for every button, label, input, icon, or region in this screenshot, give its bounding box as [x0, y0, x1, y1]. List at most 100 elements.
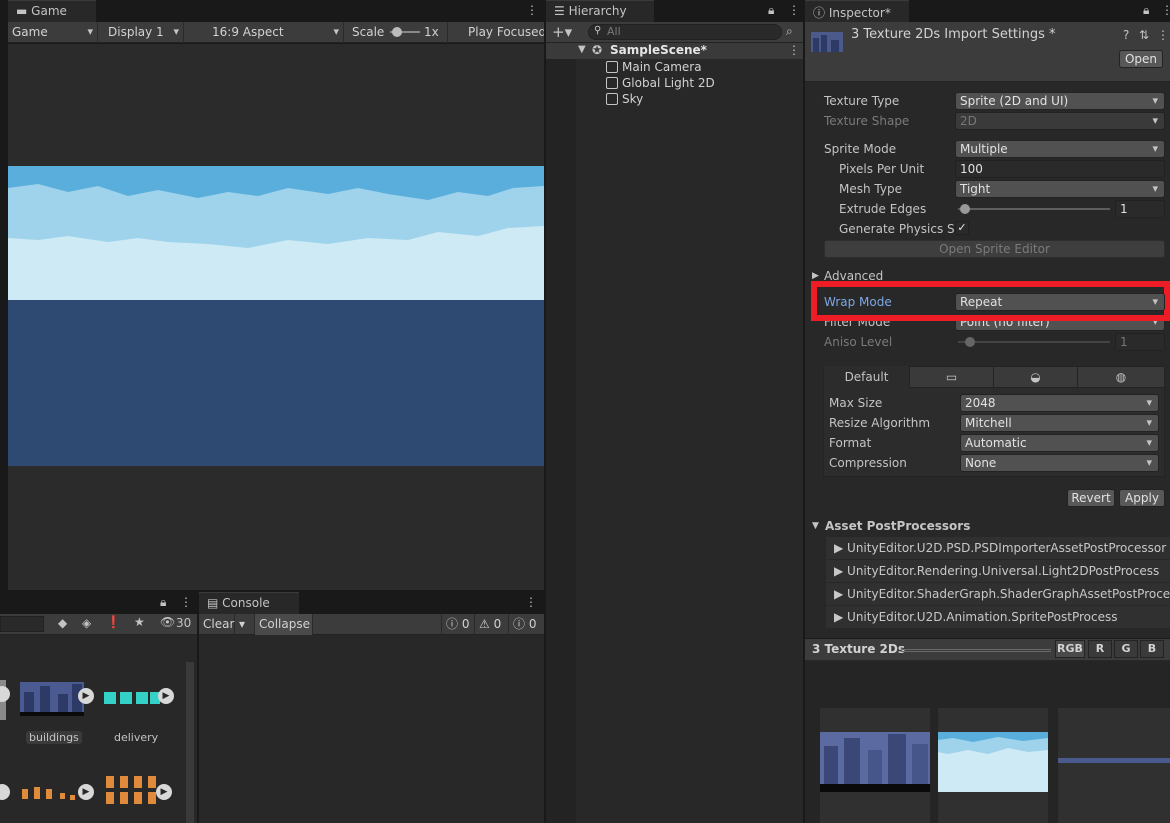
- postprocessor-row[interactable]: ▶ UnityEditor.ShaderGraph.ShaderGraphAss…: [826, 583, 1170, 605]
- header-more-icon[interactable]: ⋮: [1157, 28, 1169, 42]
- game-tab[interactable]: ▬ Game: [8, 0, 96, 22]
- asset-delivery[interactable]: ▶ delivery: [100, 680, 180, 750]
- mesh-type-dropdown[interactable]: Tight: [955, 180, 1165, 198]
- texture-type-label: Texture Type: [824, 94, 900, 108]
- open-button[interactable]: Open: [1119, 50, 1163, 68]
- scene-more-icon[interactable]: ⋮: [788, 43, 800, 57]
- channel-b[interactable]: B: [1140, 640, 1164, 658]
- aspect-dropdown[interactable]: 16:9 Aspect: [208, 22, 344, 43]
- preview-thumb-buildings[interactable]: [820, 708, 930, 823]
- console-panel: ▤ Console ⋮ Clear ▾ Collapse ⓘ 0 ⚠ 0 ⓘ 0: [199, 592, 544, 823]
- inspector-more-icon[interactable]: ⋮: [1161, 3, 1170, 17]
- asset-label-delivery: delivery: [114, 731, 159, 744]
- extrude-slider-track[interactable]: [958, 208, 1110, 210]
- format-dropdown[interactable]: Automatic: [960, 434, 1159, 452]
- scale-slider-knob[interactable]: [392, 27, 402, 37]
- hierarchy-more-icon[interactable]: ⋮: [788, 3, 800, 17]
- inspector-tab[interactable]: ⓘ Inspector*: [805, 0, 909, 22]
- revert-button[interactable]: Revert: [1067, 489, 1115, 507]
- collapse-toggle[interactable]: Collapse: [255, 614, 313, 635]
- checkmark-icon: ✓: [957, 221, 967, 234]
- extrude-label: Extrude Edges: [839, 202, 927, 216]
- tab-android[interactable]: ◒: [994, 366, 1078, 388]
- hierarchy-lock-icon[interactable]: 🔒︎: [768, 3, 774, 18]
- play-icon[interactable]: ▶: [78, 784, 94, 800]
- help-icon[interactable]: ?: [1123, 28, 1129, 42]
- resize-dropdown[interactable]: Mitchell: [960, 414, 1159, 432]
- asset-run-anim[interactable]: ▶: [18, 777, 98, 807]
- preview-drag-handle[interactable]: [901, 649, 1051, 652]
- extrude-input[interactable]: 1: [1115, 200, 1165, 218]
- postprocessor-row[interactable]: ▶ UnityEditor.U2D.Animation.SpritePostPr…: [826, 606, 1170, 628]
- project-tabbar: [0, 592, 197, 614]
- postprocessor-row[interactable]: ▶ UnityEditor.Rendering.Universal.Light2…: [826, 560, 1170, 582]
- gen-physics-checkbox[interactable]: ✓: [955, 221, 969, 235]
- play-mode-dropdown[interactable]: Play Focused: [464, 22, 544, 43]
- apply-button[interactable]: Apply: [1119, 489, 1165, 507]
- search-by-label-icon[interactable]: ◈: [82, 616, 91, 630]
- compression-dropdown[interactable]: None: [960, 454, 1159, 472]
- warning-filter-icon[interactable]: ❗: [106, 615, 121, 629]
- inspector-lock-icon[interactable]: 🔒︎: [1143, 3, 1149, 18]
- extrude-slider-knob[interactable]: [960, 204, 970, 214]
- scene-row[interactable]: ▼ ✪ SampleScene* ⋮: [546, 43, 803, 59]
- console-icon: ▤: [207, 596, 219, 610]
- texture-type-dropdown[interactable]: Sprite (2D and UI): [955, 92, 1165, 110]
- warning-filter-toggle[interactable]: ⚠ 0: [475, 614, 509, 635]
- play-icon-partial[interactable]: [0, 686, 10, 702]
- postprocessors-header[interactable]: Asset PostProcessors: [825, 517, 970, 535]
- log-filter-toggle[interactable]: ⓘ 0: [441, 614, 475, 635]
- hierarchy-tab[interactable]: ☰ Hierarchy: [546, 0, 654, 22]
- asset-characters[interactable]: ▶: [100, 772, 180, 812]
- add-icon[interactable]: +▾: [552, 23, 572, 41]
- max-size-dropdown[interactable]: 2048: [960, 394, 1159, 412]
- view-dropdown[interactable]: Game: [8, 22, 98, 43]
- settings-sliders-icon[interactable]: ⇅: [1139, 28, 1149, 42]
- tab-standalone[interactable]: ▭: [910, 366, 994, 388]
- search-filter-icon[interactable]: ⌕: [786, 24, 793, 39]
- project-more-icon[interactable]: ⋮: [180, 595, 192, 609]
- project-scrollbar[interactable]: [186, 662, 194, 823]
- tab-webgl[interactable]: ◍: [1078, 366, 1164, 388]
- clear-button[interactable]: Clear: [199, 614, 235, 635]
- visibility-eye-icon[interactable]: 👁︎: [160, 615, 175, 629]
- display-dropdown[interactable]: Display 1: [104, 22, 184, 43]
- tab-default[interactable]: Default: [824, 366, 910, 388]
- game-viewport[interactable]: [8, 44, 544, 590]
- ppu-input[interactable]: 100: [955, 160, 1165, 178]
- sprite-mode-dropdown[interactable]: Multiple: [955, 140, 1165, 158]
- asset-buildings[interactable]: ▶ buildings: [18, 680, 94, 750]
- expand-arrow-icon[interactable]: ▼: [578, 44, 586, 55]
- preview-thumb-ground[interactable]: [1058, 708, 1170, 823]
- hierarchy-item[interactable]: Main Camera: [606, 59, 702, 75]
- play-icon[interactable]: ▶: [158, 688, 174, 704]
- hierarchy-item[interactable]: Sky: [606, 91, 643, 107]
- game-more-icon[interactable]: ⋮: [526, 3, 538, 17]
- play-icon[interactable]: ▶: [78, 688, 94, 704]
- play-icon-partial[interactable]: [0, 784, 10, 800]
- hierarchy-tab-label: Hierarchy: [568, 4, 627, 18]
- clear-options-dropdown[interactable]: ▾: [235, 614, 255, 635]
- channel-r[interactable]: R: [1088, 640, 1112, 658]
- console-more-icon[interactable]: ⋮: [525, 595, 537, 609]
- buildings-thumbnail: [20, 682, 84, 716]
- postprocessors-foldout-arrow-icon[interactable]: ▼: [812, 517, 819, 535]
- hierarchy-item[interactable]: Global Light 2D: [606, 75, 715, 91]
- hierarchy-search-input[interactable]: ⚲ All: [588, 24, 782, 40]
- wrap-mode-dropdown[interactable]: Repeat: [955, 293, 1165, 311]
- postprocessor-row[interactable]: ▶ UnityEditor.U2D.PSD.PSDImporterAssetPo…: [826, 537, 1170, 559]
- project-search-input[interactable]: [0, 616, 44, 632]
- game-tab-label: Game: [31, 4, 67, 18]
- project-lock-icon[interactable]: 🔒︎: [160, 595, 166, 610]
- console-tab[interactable]: ▤ Console: [199, 592, 299, 614]
- play-icon[interactable]: ▶: [156, 784, 172, 800]
- inspector-title: 3 Texture 2Ds Import Settings *: [851, 27, 1056, 42]
- channel-rgb[interactable]: RGB: [1055, 640, 1085, 658]
- channel-g[interactable]: G: [1114, 640, 1138, 658]
- scale-control[interactable]: Scale 1x: [348, 22, 448, 43]
- favorite-star-icon[interactable]: ★: [134, 615, 145, 629]
- preview-thumb-sky[interactable]: [938, 708, 1048, 823]
- search-by-type-icon[interactable]: ◆: [58, 616, 67, 630]
- scale-label: Scale: [352, 25, 385, 39]
- error-filter-toggle[interactable]: ⓘ 0: [509, 614, 544, 635]
